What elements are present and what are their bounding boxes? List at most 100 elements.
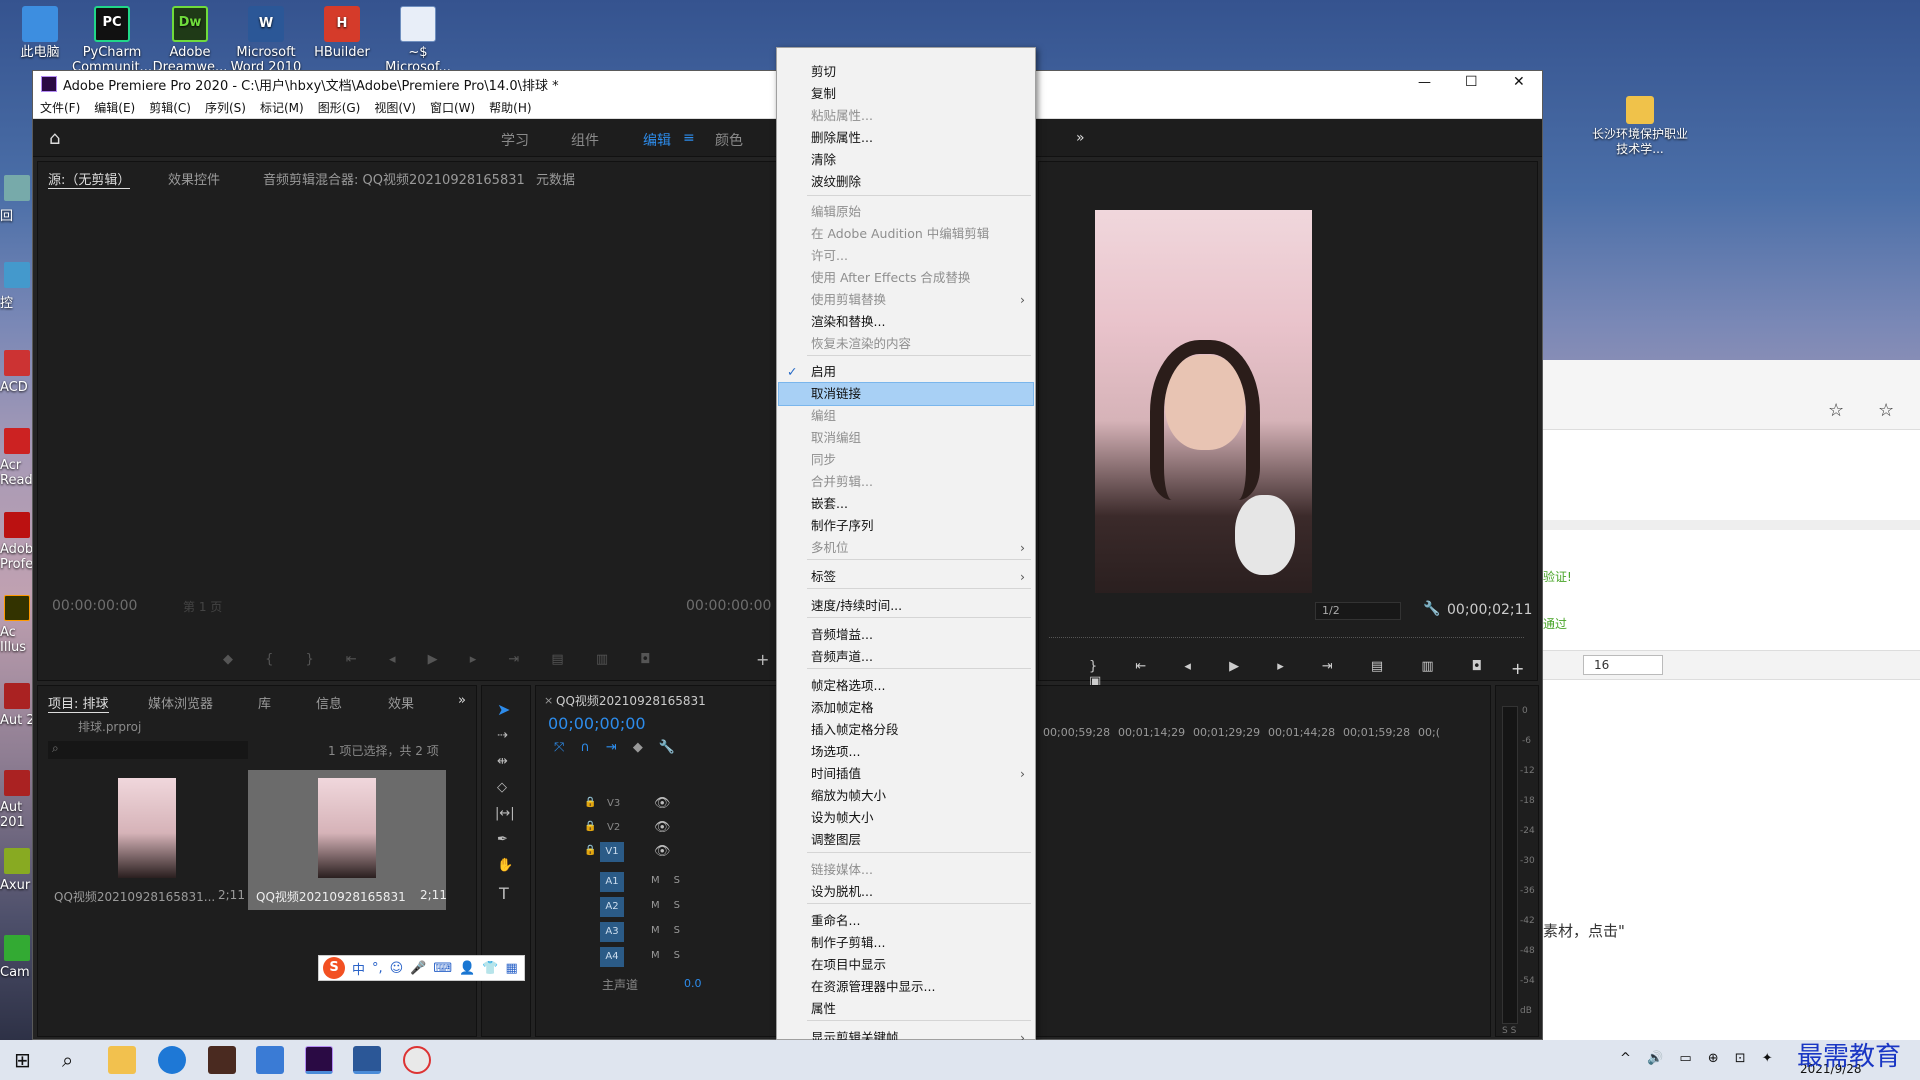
menu-marker[interactable]: 标记(M): [253, 99, 311, 116]
menu-view[interactable]: 视图(V): [367, 99, 423, 116]
search-icon[interactable]: ⌕: [62, 1048, 73, 1072]
menu-window[interactable]: 窗口(W): [423, 99, 482, 116]
menu-item[interactable]: 取消链接: [778, 382, 1034, 406]
wrench-icon[interactable]: 🔧: [1423, 601, 1440, 617]
menu-item[interactable]: 帧定格选项...: [779, 675, 1033, 697]
menu-sequence[interactable]: 序列(S): [198, 99, 253, 116]
menu-edit[interactable]: 编辑(E): [87, 99, 142, 116]
menu-item[interactable]: 在项目中显示: [779, 954, 1033, 976]
timeline-tools-icons[interactable]: ⤧∩⇥◆🔧: [554, 740, 691, 755]
star-icon[interactable]: ☆: [1828, 400, 1844, 421]
workspace-learn[interactable]: 学习: [501, 130, 529, 150]
desktop-icon-autocad2[interactable]: Aut 201: [0, 770, 36, 830]
tab-effect-controls[interactable]: 效果控件: [168, 169, 220, 188]
workspace-menu-icon[interactable]: ≡: [683, 130, 695, 146]
premiere-taskbar-icon[interactable]: [305, 1046, 333, 1074]
desktop-icon-illustrator[interactable]: Ac Illus: [0, 595, 36, 655]
menu-item[interactable]: 速度/持续时间...: [779, 595, 1033, 617]
master-volume[interactable]: 0.0: [684, 977, 702, 990]
lock-icon[interactable]: 🔒: [584, 797, 596, 808]
selection-tool-icon[interactable]: ➤: [497, 700, 510, 719]
tab-libraries[interactable]: 库: [258, 693, 271, 712]
desktop-icon-axure[interactable]: Axur: [0, 848, 36, 893]
desktop-icon-dreamweaver[interactable]: Dw Adobe Dreamwe...: [150, 0, 230, 75]
menu-item[interactable]: 复制: [779, 83, 1033, 105]
app-icon-3[interactable]: [403, 1046, 431, 1074]
ime-skin-icon[interactable]: 👕: [482, 961, 498, 976]
menu-item[interactable]: 时间插值 ›: [779, 763, 1033, 785]
program-timecode[interactable]: 00;00;02;11: [1447, 602, 1532, 618]
bookmark-icon[interactable]: ☆: [1878, 400, 1894, 421]
project-item[interactable]: QQ视频20210928165831... 2;11: [48, 770, 245, 910]
edge-icon[interactable]: [158, 1046, 186, 1074]
app-icon-2[interactable]: [256, 1046, 284, 1074]
menu-item[interactable]: 缩放为帧大小: [779, 785, 1033, 807]
app-icon[interactable]: [208, 1046, 236, 1074]
workspace-edit[interactable]: 编辑: [643, 130, 671, 150]
ime-menu-icon[interactable]: ▦: [506, 961, 518, 976]
ime-user-icon[interactable]: 👤: [459, 961, 475, 976]
source-page-select[interactable]: 第 1 页: [183, 598, 222, 615]
pen-tool-icon[interactable]: ✒: [497, 832, 508, 847]
home-icon[interactable]: ⌂: [49, 128, 60, 149]
desktop-icon-adobe-pro[interactable]: Adob Profe: [0, 512, 36, 572]
menu-item[interactable]: 添加帧定格: [779, 697, 1033, 719]
start-windows-icon[interactable]: ⊞: [14, 1048, 31, 1072]
menu-item[interactable]: 启用 ✓: [779, 361, 1033, 383]
program-scrubber[interactable]: [1049, 630, 1524, 638]
menu-item[interactable]: 波纹删除: [779, 171, 1033, 193]
menu-item[interactable]: 清除: [779, 149, 1033, 171]
project-item-selected[interactable]: QQ视频20210928165831 2;11: [248, 770, 447, 910]
workspace-color[interactable]: 颜色: [715, 130, 743, 150]
workspace-more[interactable]: »: [1076, 130, 1085, 146]
mute-solo-icons[interactable]: MS: [651, 900, 694, 911]
timeline-timecode[interactable]: 00;00;00;00: [548, 714, 646, 733]
file-explorer-icon[interactable]: [108, 1046, 136, 1074]
timeline-tab[interactable]: QQ视频20210928165831: [556, 692, 706, 709]
desktop-icon-autocad1[interactable]: Aut 2: [0, 683, 36, 728]
slip-tool-icon[interactable]: |↔|: [495, 806, 515, 821]
desktop-icon-this-pc[interactable]: 此电脑: [0, 0, 80, 60]
desktop-icon-temp-word[interactable]: ~$ Microsof...: [378, 0, 458, 75]
desktop-icon-pycharm[interactable]: PC PyCharm Communit...: [72, 0, 152, 75]
menu-item[interactable]: 删除属性...: [779, 127, 1033, 149]
source-timecode-left[interactable]: 00:00:00:00: [52, 598, 137, 614]
ripple-edit-tool-icon[interactable]: ⇹: [497, 754, 508, 769]
menu-item[interactable]: 属性: [779, 998, 1033, 1020]
meter-solo-buttons[interactable]: S S: [1502, 1026, 1516, 1036]
desktop-icon-recycle[interactable]: 回: [0, 175, 36, 224]
program-add-button-icon[interactable]: +: [1511, 659, 1524, 678]
eye-icon[interactable]: 👁: [654, 844, 671, 859]
menu-item[interactable]: 音频声道...: [779, 646, 1033, 668]
mute-solo-icons[interactable]: MS: [651, 875, 694, 886]
desktop-icon-word[interactable]: W Microsoft Word 2010: [226, 0, 306, 75]
menu-item[interactable]: 设为帧大小: [779, 807, 1033, 829]
menu-item[interactable]: 嵌套...: [779, 493, 1033, 515]
tab-audio-mixer[interactable]: 音频剪辑混合器: QQ视频20210928165831: [263, 169, 525, 188]
track-select-tool-icon[interactable]: ⇢: [497, 728, 508, 743]
menu-item[interactable]: 制作子剪辑...: [779, 932, 1033, 954]
tab-effects[interactable]: 效果: [388, 693, 414, 712]
menu-item[interactable]: 调整图层: [779, 829, 1033, 851]
close-button[interactable]: ✕: [1513, 74, 1525, 90]
ime-punct[interactable]: °,: [372, 961, 383, 976]
mute-solo-icons[interactable]: MS: [651, 950, 694, 961]
tab-metadata[interactable]: 元数据: [536, 169, 575, 188]
desktop-folder[interactable]: 长沙环境保护职业技术学...: [1590, 90, 1690, 157]
desktop-icon-acrobat[interactable]: Acr Read: [0, 428, 36, 488]
ime-lang[interactable]: 中: [352, 959, 365, 978]
ime-voice-icon[interactable]: 🎤: [410, 961, 426, 976]
tab-source[interactable]: 源:（无剪辑）: [48, 169, 131, 189]
workspace-assembly[interactable]: 组件: [571, 130, 599, 150]
tab-media-browser[interactable]: 媒体浏览器: [148, 693, 213, 712]
menu-clip[interactable]: 剪辑(C): [142, 99, 198, 116]
type-tool-icon[interactable]: T: [499, 884, 509, 903]
program-zoom-select[interactable]: 1/2: [1315, 602, 1401, 620]
menu-file[interactable]: 文件(F): [33, 99, 87, 116]
menu-item[interactable]: 渲染和替换...: [779, 311, 1033, 333]
eye-icon[interactable]: 👁: [654, 820, 671, 835]
menu-item[interactable]: 音频增益...: [779, 624, 1033, 646]
word-taskbar-icon[interactable]: [353, 1046, 381, 1074]
desktop-icon-camtasia[interactable]: Cam: [0, 935, 36, 980]
menu-item[interactable]: 重命名...: [779, 910, 1033, 932]
